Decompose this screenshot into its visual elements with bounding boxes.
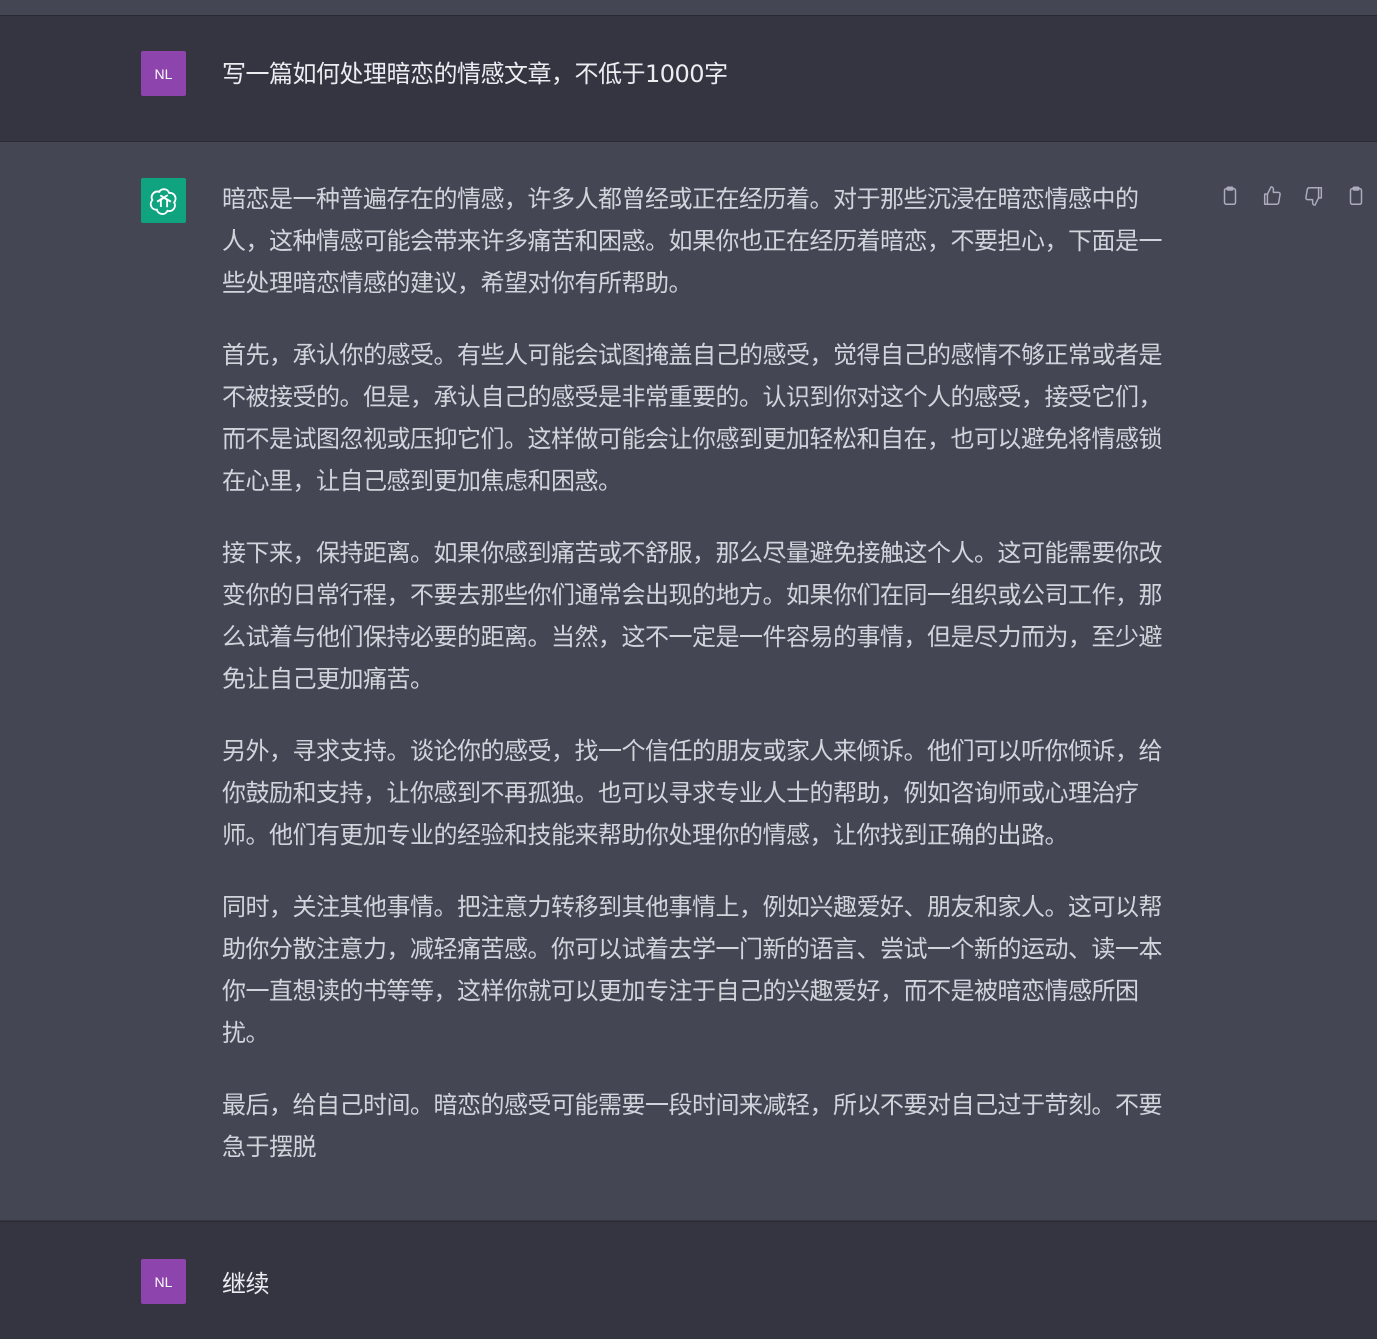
user-message-text: 写一篇如何处理暗恋的情感文章，不低于1000字 (222, 60, 728, 88)
answer-paragraph: 暗恋是一种普遍存在的情感，许多人都曾经或正在经历着。对于那些沉浸在暗恋情感中的人… (222, 185, 1163, 297)
copy-button[interactable] (1344, 184, 1368, 208)
user-avatar: NL (141, 1259, 186, 1304)
answer-paragraph: 另外，寻求支持。谈论你的感受，找一个信任的朋友或家人来倾诉。他们可以听你倾诉，给… (222, 737, 1163, 849)
answer-paragraph: 接下来，保持距离。如果你感到痛苦或不舒服，那么尽量避免接触这个人。这可能需要你改… (222, 539, 1163, 693)
openai-logo-icon (141, 178, 186, 223)
thumbs-up-icon (1263, 186, 1281, 205)
answer-paragraph: 首先，承认你的感受。有些人可能会试图掩盖自己的感受，觉得自己的感情不够正常或者是… (222, 341, 1163, 495)
copy-button[interactable] (1218, 184, 1242, 208)
clipboard-icon (1223, 186, 1237, 205)
answer-paragraph: 最后，给自己时间。暗恋的感受可能需要一段时间来减轻，所以不要对自己过于苛刻。不要… (222, 1091, 1163, 1161)
previous-message-edge (0, 0, 1377, 16)
thumbs-down-button[interactable] (1302, 184, 1326, 208)
user-message: NL 写一篇如何处理暗恋的情感文章，不低于1000字 (0, 16, 1377, 142)
thumbs-down-icon (1305, 187, 1323, 206)
clipboard-icon (1349, 186, 1363, 205)
message-actions (1218, 184, 1368, 208)
thumbs-up-button[interactable] (1260, 184, 1284, 208)
assistant-answer: 暗恋是一种普遍存在的情感，许多人都曾经或正在经历着。对于那些沉浸在暗恋情感中的人… (222, 178, 1184, 1168)
user-message: NL 继续 (0, 1221, 1377, 1339)
assistant-message: 暗恋是一种普遍存在的情感，许多人都曾经或正在经历着。对于那些沉浸在暗恋情感中的人… (0, 142, 1377, 1220)
user-avatar: NL (141, 51, 186, 96)
user-message-text: 继续 (222, 1270, 270, 1298)
answer-paragraph: 同时，关注其他事情。把注意力转移到其他事情上，例如兴趣爱好、朋友和家人。这可以帮… (222, 893, 1163, 1047)
